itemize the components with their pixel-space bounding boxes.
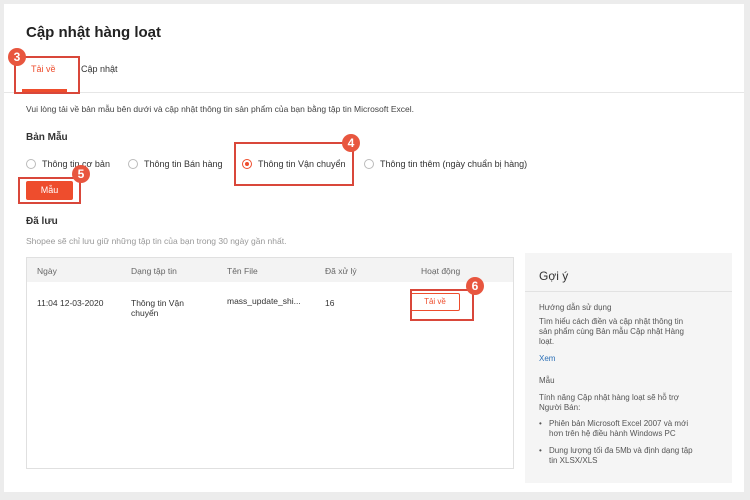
column-date: Ngày [37, 266, 57, 276]
cell-file-name: mass_update_shi... [227, 296, 301, 306]
template-text-line1: Tính năng Cập nhật hàng loạt sẽ hỗ trợ [539, 393, 680, 402]
guide-view-link[interactable]: Xem [539, 354, 555, 363]
annotation-badge-6: 6 [466, 277, 484, 295]
annotation-box-5 [18, 177, 81, 204]
intro-text: Vui lòng tải về bản mẫu bên dưới và cập … [26, 104, 415, 114]
bullet-item: • Dung lượng tối đa 5Mb và định dạng tập… [539, 446, 693, 466]
saved-note: Shopee sẽ chỉ lưu giữ những tập tin của … [26, 236, 287, 246]
cell-file-type-line1: Thông tin Vận [131, 298, 184, 308]
annotation-badge-3: 3 [8, 48, 26, 66]
column-file-name: Tên File [227, 266, 258, 276]
page-title: Cập nhật hàng loạt [26, 24, 161, 41]
bullet-item: • Phiên bản Microsoft Excel 2007 và mới … [539, 419, 688, 439]
tips-panel: Gợi ý Hướng dẫn sử dụng Tìm hiểu cách đi… [525, 253, 732, 483]
cell-date: 11:04 12-03-2020 [37, 298, 104, 308]
bullet-text-line1: Phiên bản Microsoft Excel 2007 và mới [549, 419, 689, 428]
column-file-type: Dạng tập tin [131, 266, 177, 276]
radio-extra[interactable]: Thông tin thêm (ngày chuẩn bị hàng) [364, 159, 527, 169]
tips-divider [525, 291, 732, 292]
annotation-box-4 [234, 142, 354, 186]
cell-processed: 16 [325, 298, 335, 308]
radio-label: Thông tin Bán hàng [144, 159, 223, 169]
bullet-text-line1: Dung lượng tối đa 5Mb và định dạng tập [549, 446, 693, 455]
saved-section-title: Đã lưu [26, 216, 58, 227]
radio-circle [128, 159, 138, 169]
template-text-line2: Người Bán: [539, 403, 581, 412]
tabs-divider [4, 92, 744, 93]
annotation-badge-5: 5 [72, 165, 90, 183]
radio-sales[interactable]: Thông tin Bán hàng [128, 159, 223, 169]
template-heading: Mẫu [539, 376, 555, 385]
guide-text-line3: loạt. [539, 337, 555, 346]
radio-basic[interactable]: Thông tin cơ bản [26, 159, 110, 169]
radio-circle [26, 159, 36, 169]
tab-update[interactable]: Cập nhật [81, 64, 118, 74]
column-action: Hoạt động [421, 266, 461, 276]
annotation-box-6 [410, 289, 474, 321]
guide-text-line1: Tìm hiểu cách điền và cập nhật thông tin [539, 317, 684, 326]
annotation-badge-4: 4 [342, 134, 360, 152]
bullet-text-line2: hơn trên hệ điều hành Windows PC [549, 429, 676, 438]
bullet-dot-icon: • [539, 446, 542, 455]
bullet-text-line2: tin XLSX/XLS [549, 456, 598, 465]
bullet-dot-icon: • [539, 419, 542, 428]
guide-heading: Hướng dẫn sử dụng [539, 303, 612, 312]
tips-title: Gợi ý [539, 269, 569, 283]
radio-label: Thông tin thêm (ngày chuẩn bị hàng) [380, 159, 528, 169]
cell-file-type-line2: chuyển [131, 308, 159, 318]
bulk-update-card: Cập nhật hàng loạt Tải về Cập nhật 3 Vui… [4, 4, 744, 492]
column-processed: Đã xử lý [325, 266, 357, 276]
guide-text-line2: sản phẩm cùng Bản mẫu Cập nhật Hàng [539, 327, 684, 336]
radio-circle [364, 159, 374, 169]
table-header: Ngày Dạng tập tin Tên File Đã xử lý Hoạt… [27, 258, 513, 282]
template-section-title: Bản Mẫu [26, 132, 68, 143]
